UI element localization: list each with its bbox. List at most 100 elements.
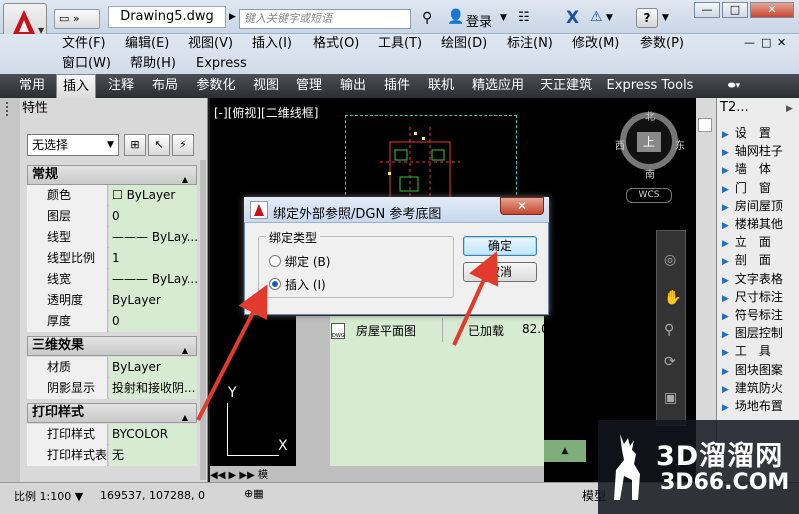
search-input[interactable]: 键入关键字或短语: [239, 9, 411, 29]
compass-west[interactable]: 西: [615, 137, 625, 152]
tab-express-tools[interactable]: Express Tools: [604, 74, 696, 98]
property-row-thickness[interactable]: 厚度 0: [27, 311, 197, 332]
t2-menu-item[interactable]: ▶ 建筑防火: [722, 379, 799, 397]
chevron-right-icon[interactable]: ▶: [786, 104, 793, 114]
bind-radio[interactable]: [269, 255, 281, 267]
maximize-button[interactable]: □: [722, 2, 748, 18]
column-divider[interactable]: [442, 318, 443, 342]
property-row-plot-style-table[interactable]: 打印样式表无: [27, 445, 197, 466]
property-value[interactable]: ——— ByLay...: [109, 269, 197, 290]
property-value[interactable]: 无: [109, 445, 197, 466]
help-icon[interactable]: ?: [636, 8, 658, 28]
exchange-icon[interactable]: ☷: [518, 10, 530, 25]
property-value[interactable]: 0: [109, 311, 197, 332]
chevron-right-icon[interactable]: ▶: [229, 12, 236, 22]
wcs-menu[interactable]: WCS: [626, 188, 672, 203]
t2-menu-item[interactable]: ▶ 图层控制: [722, 324, 799, 342]
property-row-transparency[interactable]: 透明度 ByLayer: [27, 290, 197, 311]
property-value[interactable]: ☐ ByLayer: [109, 185, 197, 206]
tab-parametric[interactable]: 参数化: [190, 74, 242, 98]
zoom-icon[interactable]: ⚲: [664, 322, 674, 338]
t2-menu-item[interactable]: ▶ 设 置: [722, 124, 799, 142]
menu-window[interactable]: 窗口(W): [62, 54, 111, 74]
t2-menu-item[interactable]: ▶ 门 窗: [722, 179, 799, 197]
t2-menu-item[interactable]: ▶ 符号标注: [722, 306, 799, 324]
property-value[interactable]: 1: [109, 248, 197, 269]
chevron-down-icon[interactable]: ▼: [500, 13, 507, 23]
tab-tangent-architecture[interactable]: 天正建筑: [536, 74, 596, 98]
steering-wheel-icon[interactable]: ◎: [664, 252, 676, 268]
mdi-close-button[interactable]: ✕: [777, 36, 786, 49]
property-row-linetype[interactable]: 线型 ——— ByLay...: [27, 227, 197, 248]
chevron-down-icon[interactable]: ▼: [662, 13, 669, 23]
property-row-material[interactable]: 材质 ByLayer: [27, 357, 197, 378]
compass-east[interactable]: 东: [675, 137, 685, 152]
section-plot-style[interactable]: 打印样式 ▲: [27, 403, 197, 423]
menu-file[interactable]: 文件(F): [62, 34, 106, 54]
tab-annotate[interactable]: 注释: [102, 74, 140, 98]
showmotion-icon[interactable]: ▣: [664, 390, 677, 406]
section-3d-effects[interactable]: 三维效果 ▲: [27, 336, 197, 356]
menu-express[interactable]: Express: [196, 54, 247, 74]
menu-view[interactable]: 视图(V): [188, 34, 233, 54]
t2-menu-item[interactable]: ▶ 轴网柱子: [722, 142, 799, 160]
menu-modify[interactable]: 修改(M): [572, 34, 619, 54]
tab-plugins[interactable]: 插件: [378, 74, 416, 98]
exchange-apps-icon[interactable]: X: [566, 8, 579, 28]
section-general[interactable]: 常规 ▲: [27, 165, 197, 185]
property-row-layer[interactable]: 图层 0: [27, 206, 197, 227]
properties-scrollbar[interactable]: [200, 160, 206, 480]
tab-insert[interactable]: 插入: [56, 74, 96, 98]
insert-radio[interactable]: [269, 278, 281, 290]
layout-tab-bar[interactable]: ◀◀ ▶ ▶▶ 模: [210, 466, 310, 482]
t2-menu-item[interactable]: ▶ 剖 面: [722, 251, 799, 269]
pan-hand-icon[interactable]: ✋: [664, 290, 681, 306]
tab-model[interactable]: 模: [258, 470, 268, 481]
orbit-icon[interactable]: ⟳: [664, 354, 676, 370]
ribbon-options-icon[interactable]: ⬬▾: [720, 74, 748, 98]
property-value[interactable]: ——— ByLay...: [109, 227, 197, 248]
t2-menu-item[interactable]: ▶ 尺寸标注: [722, 288, 799, 306]
tab-layout[interactable]: 布局: [146, 74, 184, 98]
property-row-shadow[interactable]: 阴影显示 投射和接收阴...: [27, 378, 197, 399]
annotation-scale[interactable]: 比例 1:100 ▼: [14, 488, 83, 504]
t2-menu-item[interactable]: ▶ 图块图案: [722, 361, 799, 379]
dialog-close-button[interactable]: ✕: [500, 197, 544, 215]
property-row-plot-style[interactable]: 打印样式 BYCOLOR: [27, 424, 197, 445]
cancel-button[interactable]: 取消: [463, 262, 537, 282]
select-objects-icon[interactable]: ↖: [148, 134, 170, 156]
compass-south[interactable]: 南: [645, 166, 655, 181]
menu-edit[interactable]: 编辑(E): [125, 34, 169, 54]
t2-menu-item[interactable]: ▶ 墙 体: [722, 160, 799, 178]
grip-icon[interactable]: [6, 102, 14, 116]
mdi-restore-button[interactable]: □: [761, 36, 771, 49]
object-type-select[interactable]: 无选择: [27, 134, 119, 156]
viewcube-top-face[interactable]: 上: [637, 132, 661, 152]
t2-menu-item[interactable]: ▶ 场地布置: [722, 397, 799, 415]
mdi-minimize-button[interactable]: —: [744, 36, 755, 49]
snap-icon[interactable]: ⊕▦: [244, 487, 264, 505]
chevron-down-icon[interactable]: ▼: [107, 140, 114, 150]
minimize-button[interactable]: —: [694, 2, 720, 18]
quick-access-new-button[interactable]: ▭ »: [54, 9, 100, 29]
binoculars-icon[interactable]: ⚲: [422, 10, 432, 26]
chevron-down-icon[interactable]: ▼: [606, 13, 613, 23]
property-row-color[interactable]: 颜色 ☐ ByLayer: [27, 185, 197, 206]
menu-help[interactable]: 帮助(H): [130, 54, 176, 74]
ok-button[interactable]: 确定: [463, 236, 537, 256]
tab-featured-apps[interactable]: 精选应用: [466, 74, 530, 98]
menu-insert[interactable]: 插入(I): [252, 34, 292, 54]
xref-name[interactable]: 房屋平面图: [356, 322, 416, 339]
tab-manage[interactable]: 管理: [290, 74, 328, 98]
collapse-details-icon[interactable]: ▲: [544, 440, 586, 462]
insert-radio-label[interactable]: 插入 (I): [285, 276, 326, 293]
property-value[interactable]: ByLayer: [109, 357, 197, 378]
t2-menu-item[interactable]: ▶ 工 具: [722, 342, 799, 360]
viewport-controls-label[interactable]: [-][俯视][二维线框]: [214, 104, 318, 121]
property-row-lineweight[interactable]: 线宽 ——— ByLay...: [27, 269, 197, 290]
t2-menu-item[interactable]: ▶ 文字表格: [722, 270, 799, 288]
tab-view[interactable]: 视图: [248, 74, 284, 98]
menu-parametric[interactable]: 参数(P): [640, 34, 684, 54]
compass-north[interactable]: 北: [645, 108, 655, 123]
property-value[interactable]: 投射和接收阴...: [109, 378, 197, 399]
